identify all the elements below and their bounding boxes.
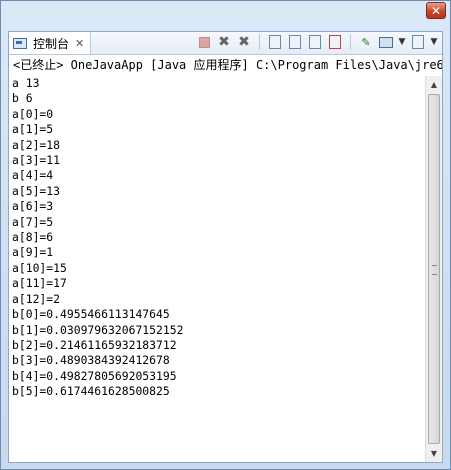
console-line: a[12]=2 — [12, 291, 61, 306]
console-line: a[1]=5 — [12, 122, 54, 137]
console-icon — [13, 37, 27, 49]
display-console-icon[interactable] — [378, 34, 394, 50]
word-wrap-icon[interactable] — [307, 34, 323, 50]
scroll-thumb[interactable] — [428, 94, 440, 444]
toolbar-separator — [350, 34, 351, 50]
console-line: a[0]=0 — [12, 106, 54, 121]
console-line: a[2]=18 — [12, 137, 61, 152]
console-line: b 6 — [12, 91, 33, 106]
remove-launch-icon[interactable]: ✖ — [216, 34, 232, 50]
open-console-icon[interactable] — [410, 34, 426, 50]
console-line: a 13 — [12, 76, 40, 90]
scroll-lock-icon[interactable] — [287, 34, 303, 50]
console-toolbar: ✖ ✖ ✎ ▼ ▼ — [196, 34, 438, 50]
scroll-down-icon[interactable]: ▼ — [426, 445, 442, 462]
console-line: a[11]=17 — [12, 276, 67, 291]
scroll-up-icon[interactable]: ▲ — [426, 76, 442, 93]
tab-close-icon[interactable]: ✕ — [75, 37, 84, 50]
open-console-dropdown-icon[interactable]: ▼ — [430, 34, 438, 50]
console-line: b[0]=0.4955466113147645 — [12, 307, 170, 322]
console-line: a[4]=4 — [12, 168, 54, 183]
show-on-output-icon[interactable] — [327, 34, 343, 50]
console-line: b[2]=0.21461165932183712 — [12, 337, 177, 352]
console-line: b[4]=0.49827805692053195 — [12, 368, 177, 383]
console-line: b[1]=0.030979632067152152 — [12, 322, 184, 337]
console-line: b[5]=0.6174461628500825 — [12, 384, 170, 399]
console-line: a[5]=13 — [12, 183, 61, 198]
pin-console-icon[interactable]: ✎ — [358, 34, 374, 50]
console-view: 控制台 ✕ ✖ ✖ ✎ ▼ ▼ <已终止> OneJavaApp [Java 应 — [8, 31, 443, 463]
title-bar: ✕ — [1, 1, 450, 31]
console-line: a[6]=3 — [12, 199, 54, 214]
console-output[interactable]: a 13 b 6 a[0]=0 a[1]=5 a[2]=18 a[3]=11 a[4]=4 a… — [9, 76, 424, 462]
tab-console[interactable]: 控制台 ✕ — [9, 32, 92, 54]
view-tab-bar: 控制台 ✕ ✖ ✖ ✎ ▼ ▼ — [9, 32, 442, 55]
console-line: a[9]=1 — [12, 245, 54, 260]
vertical-scrollbar[interactable]: ▲ ▼ — [425, 76, 442, 462]
console-window: ✕ 控制台 ✕ ✖ ✖ ✎ ▼ ▼ <已终止> OneJavaApp [Java… — [0, 0, 451, 470]
console-line: a[3]=11 — [12, 153, 61, 168]
window-close-button[interactable]: ✕ — [426, 2, 446, 19]
display-console-dropdown-icon[interactable]: ▼ — [398, 34, 406, 50]
tab-console-label: 控制台 — [33, 36, 70, 51]
console-line: a[10]=15 — [12, 260, 67, 275]
toolbar-separator — [259, 34, 260, 50]
console-line: a[8]=6 — [12, 230, 54, 245]
console-line: a[7]=5 — [12, 214, 54, 229]
clear-console-icon[interactable] — [267, 34, 283, 50]
console-status-line: <已终止> OneJavaApp [Java 应用程序] C:\Program … — [13, 58, 442, 72]
remove-all-icon[interactable]: ✖ — [236, 34, 252, 50]
console-line: b[3]=0.4890384392412678 — [12, 353, 170, 368]
stop-icon[interactable] — [196, 34, 212, 50]
